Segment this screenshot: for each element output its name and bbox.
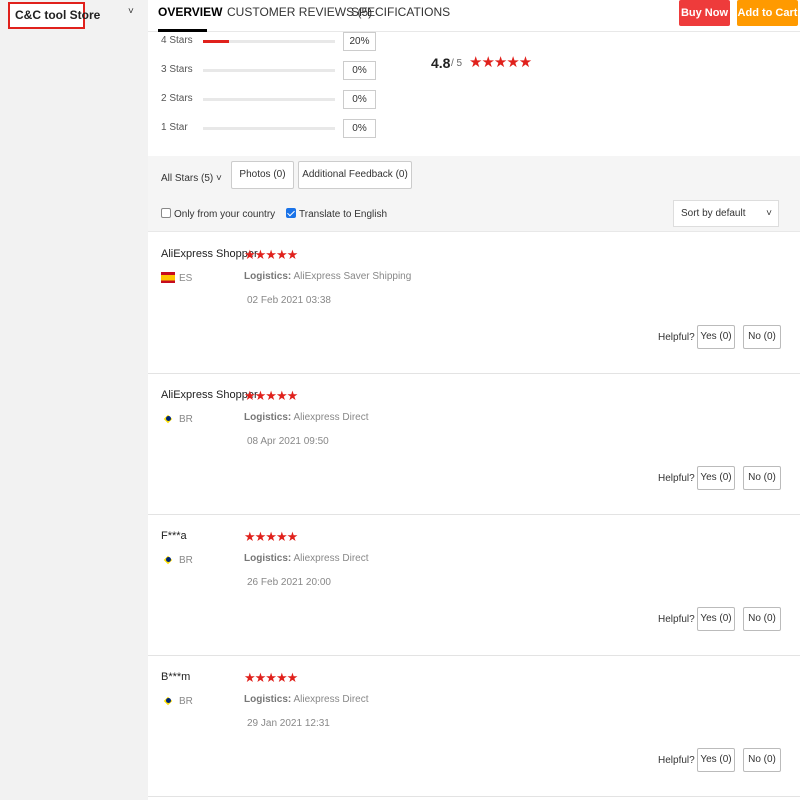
- reviewer-country: BR: [179, 555, 193, 566]
- checkbox-icon: [161, 208, 171, 218]
- logistics-label: Logistics:: [244, 412, 292, 423]
- average-rating-score: 4.8: [431, 55, 451, 71]
- rating-label: 1 Star: [161, 122, 188, 133]
- review-item: AliExpress Shopper ★★★★★ ES Logistics: A…: [148, 233, 800, 374]
- rating-bar-fill: [203, 40, 230, 43]
- left-sidebar: C&C tool Store ˅: [0, 0, 148, 800]
- review-stars-icon: ★★★★★: [244, 670, 298, 685]
- average-rating-max: / 5: [451, 58, 463, 69]
- flag-spain-icon: [161, 272, 175, 283]
- helpful-yes-button[interactable]: Yes (0): [697, 607, 735, 631]
- helpful-yes-button[interactable]: Yes (0): [697, 325, 735, 349]
- rating-bar: [203, 69, 335, 72]
- helpful-no-button[interactable]: No (0): [743, 748, 781, 772]
- helpful-yes-button[interactable]: Yes (0): [697, 466, 735, 490]
- reviews-section: 4 Stars 20% 3 Stars 0% 2 Stars 0% 1 Star…: [148, 32, 800, 800]
- translate-checkbox[interactable]: Translate to English: [286, 208, 387, 220]
- review-item: AliExpress Shopper ★★★★★ BR Logistics: A…: [148, 374, 800, 515]
- additional-feedback-button[interactable]: Additional Feedback (0): [298, 161, 412, 189]
- review-logistics: Logistics: Aliexpress Direct: [244, 412, 369, 423]
- logistics-value: Aliexpress Direct: [293, 412, 369, 423]
- only-country-checkbox[interactable]: Only from your country: [161, 208, 275, 220]
- store-name-link[interactable]: C&C tool Store: [8, 2, 100, 29]
- review-date: 08 Apr 2021 09:50: [247, 436, 329, 447]
- rating-bar: [203, 127, 335, 130]
- helpful-no-button[interactable]: No (0): [743, 325, 781, 349]
- sort-label: Sort by default: [681, 208, 746, 219]
- review-date: 29 Jan 2021 12:31: [247, 718, 330, 729]
- helpful-no-button[interactable]: No (0): [743, 466, 781, 490]
- rating-bar: [203, 98, 335, 101]
- helpful-label: Helpful?: [658, 473, 695, 484]
- tab-specifications[interactable]: SPECIFICATIONS: [351, 5, 450, 19]
- rating-bar: [203, 40, 335, 43]
- rating-label: 2 Stars: [161, 93, 193, 104]
- logistics-label: Logistics:: [244, 694, 292, 705]
- rating-percent: 0%: [343, 61, 376, 80]
- rating-label: 3 Stars: [161, 64, 193, 75]
- average-rating-stars-icon: ★★★★★: [469, 54, 532, 71]
- review-date: 26 Feb 2021 20:00: [247, 577, 331, 588]
- logistics-value: AliExpress Saver Shipping: [293, 271, 412, 282]
- logistics-label: Logistics:: [244, 553, 292, 564]
- sort-select[interactable]: Sort by default ˅: [673, 200, 779, 227]
- all-stars-dropdown[interactable]: All Stars (5) ˅: [161, 173, 222, 184]
- reviewer-name: B***m: [161, 671, 191, 683]
- logistics-value: Aliexpress Direct: [293, 553, 369, 564]
- review-stars-icon: ★★★★★: [244, 388, 298, 403]
- rating-label: 4 Stars: [161, 35, 193, 46]
- rating-percent: 0%: [343, 119, 376, 138]
- rating-percent: 20%: [343, 32, 376, 51]
- review-filter-bar: All Stars (5) ˅ Photos (0) Additional Fe…: [148, 156, 800, 232]
- review-stars-icon: ★★★★★: [244, 529, 298, 544]
- chevron-down-icon: ˅: [216, 173, 222, 184]
- review-date: 02 Feb 2021 03:38: [247, 295, 331, 306]
- review-logistics: Logistics: Aliexpress Direct: [244, 694, 369, 705]
- all-stars-label: All Stars (5): [161, 173, 214, 184]
- helpful-label: Helpful?: [658, 755, 695, 766]
- reviewer-country: BR: [179, 696, 193, 707]
- helpful-label: Helpful?: [658, 614, 695, 625]
- logistics-label: Logistics:: [244, 271, 292, 282]
- review-logistics: Logistics: Aliexpress Direct: [244, 553, 369, 564]
- buy-now-button[interactable]: Buy Now: [679, 0, 730, 26]
- rating-percent: 0%: [343, 90, 376, 109]
- review-item: B***m ★★★★★ BR Logistics: Aliexpress Dir…: [148, 656, 800, 797]
- logistics-value: Aliexpress Direct: [293, 694, 369, 705]
- reviewer-country: BR: [179, 414, 193, 425]
- review-stars-icon: ★★★★★: [244, 247, 298, 262]
- helpful-yes-button[interactable]: Yes (0): [697, 748, 735, 772]
- add-to-cart-button[interactable]: Add to Cart: [737, 0, 798, 26]
- helpful-label: Helpful?: [658, 332, 695, 343]
- review-logistics: Logistics: AliExpress Saver Shipping: [244, 271, 411, 282]
- chevron-down-icon: ˅: [766, 208, 772, 219]
- reviewer-name: F***a: [161, 530, 187, 542]
- checkbox-checked-icon: [286, 208, 296, 218]
- tab-overview[interactable]: OVERVIEW: [158, 5, 222, 19]
- photos-filter-button[interactable]: Photos (0): [231, 161, 294, 189]
- helpful-no-button[interactable]: No (0): [743, 607, 781, 631]
- reviewer-country: ES: [179, 273, 193, 284]
- review-item: F***a ★★★★★ BR Logistics: Aliexpress Dir…: [148, 515, 800, 656]
- chevron-down-icon[interactable]: ˅: [128, 6, 134, 17]
- translate-label: Translate to English: [299, 209, 388, 220]
- only-country-label: Only from your country: [174, 209, 276, 220]
